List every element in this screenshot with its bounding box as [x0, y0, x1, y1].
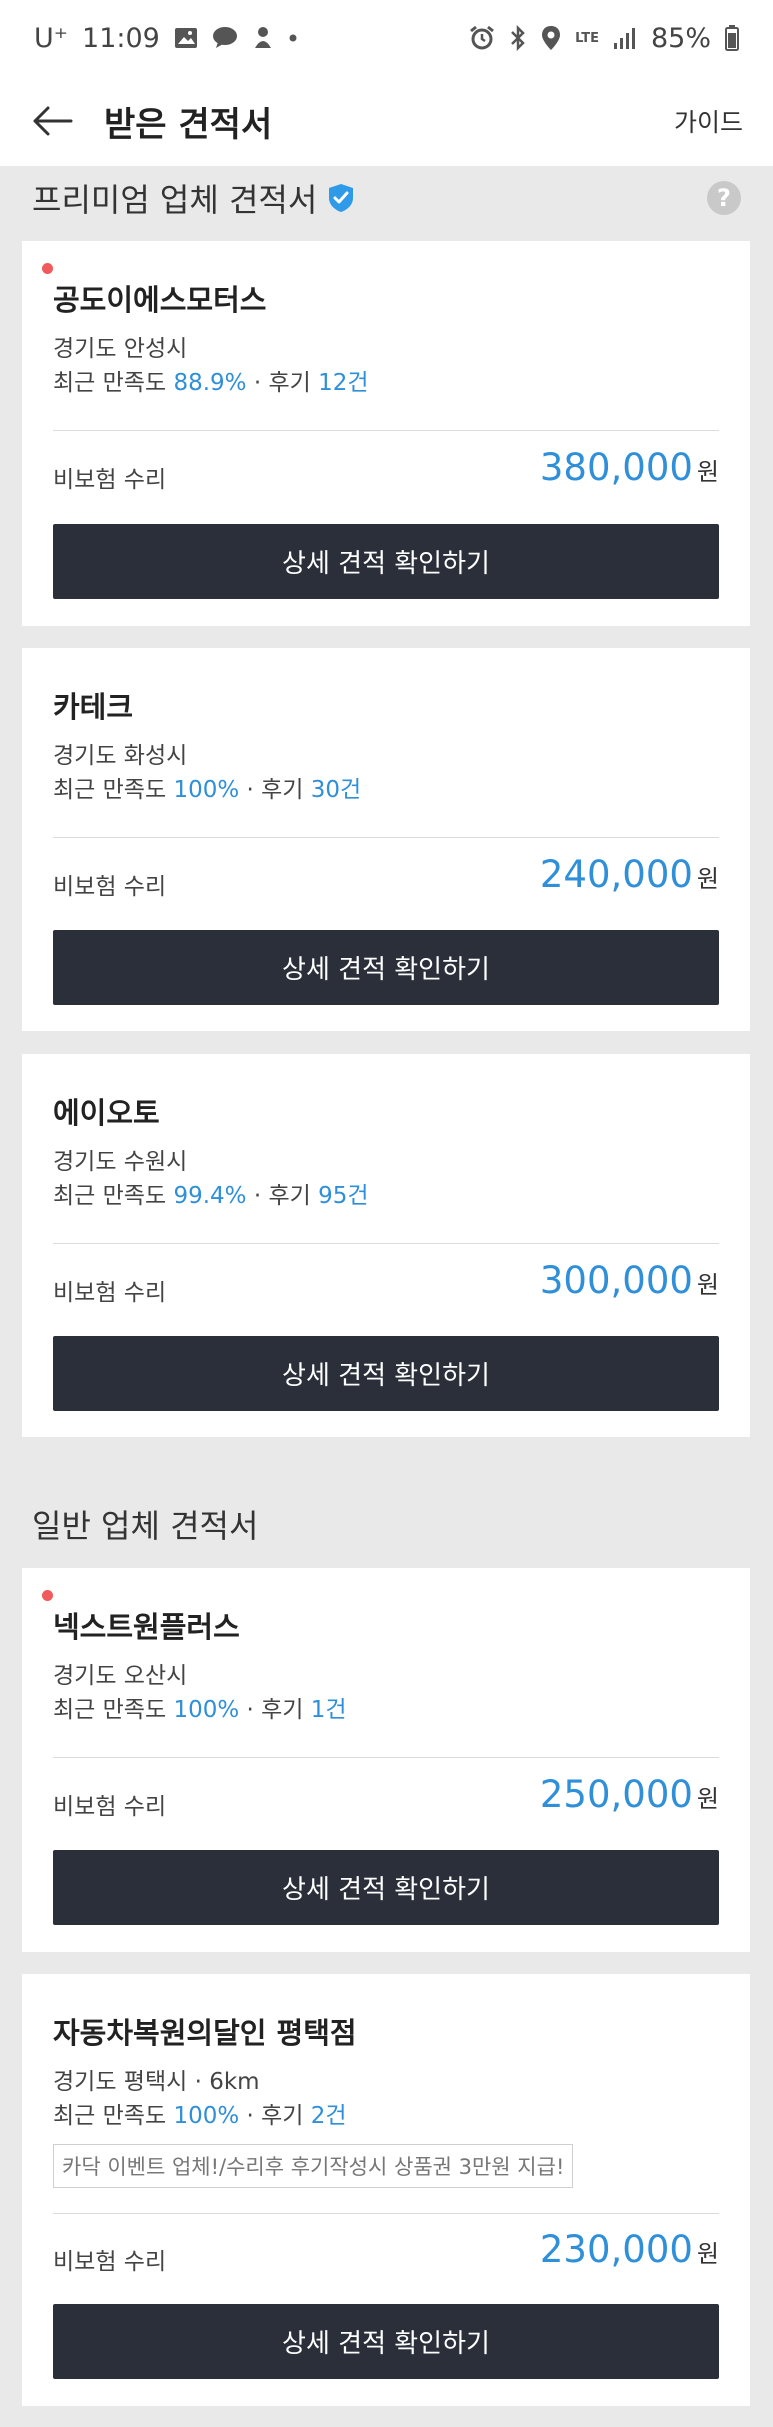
new-indicator	[42, 1590, 53, 1601]
satisfaction-value: 100%	[173, 777, 240, 803]
satisfaction-value: 88.9%	[173, 370, 247, 396]
location-icon	[541, 25, 561, 51]
vendor-stats: 최근 만족도 88.9% · 후기 12건	[53, 363, 369, 397]
repair-type: 비보험 수리	[53, 467, 167, 493]
guide-link[interactable]: 가이드	[674, 103, 743, 139]
review-label: · 후기	[246, 370, 319, 396]
price-amount: 380,000	[539, 446, 693, 489]
premium-section-header: 프리미엄 업체 견적서 ?	[0, 172, 773, 224]
divider	[53, 430, 719, 431]
vendor-stats: 최근 만족도 99.4% · 후기 95건	[53, 1176, 369, 1210]
divider	[53, 1757, 719, 1758]
quote-card: 카테크 경기도 화성시 최근 만족도 100% · 후기 30건 비보험 수리 …	[22, 648, 750, 1031]
general-section-header: 일반 업체 견적서	[0, 1498, 773, 1550]
price-unit: 원	[696, 2240, 719, 2268]
carrier-label: U⁺	[34, 22, 69, 54]
view-quote-button[interactable]: 상세 견적 확인하기	[53, 1850, 719, 1925]
vendor-name: 넥스트원플러스	[53, 1610, 240, 1644]
event-notice: 카닥 이벤트 업체!/수리후 후기작성시 상품권 3만원 지급!	[53, 2144, 574, 2188]
divider	[53, 1243, 719, 1244]
quote-card: 에이오토 경기도 수원시 최근 만족도 99.4% · 후기 95건 비보험 수…	[22, 1054, 750, 1437]
vendor-name: 카테크	[53, 690, 134, 724]
price-unit: 원	[696, 458, 719, 486]
lte-label: LTE	[575, 30, 599, 46]
repair-type: 비보험 수리	[53, 1794, 167, 1820]
review-label: · 후기	[246, 1183, 319, 1209]
satisfaction-value: 99.4%	[173, 1183, 247, 1209]
satisfaction-label: 최근 만족도	[53, 2103, 174, 2129]
verified-badge-icon	[329, 184, 354, 212]
bluetooth-icon	[509, 25, 527, 51]
satisfaction-value: 100%	[173, 2103, 240, 2129]
vendor-name: 에이오토	[53, 1096, 160, 1130]
price-amount: 230,000	[539, 2228, 693, 2271]
price-unit: 원	[696, 865, 719, 893]
price-unit: 원	[696, 1785, 719, 1813]
app-bar: 받은 견적서 가이드	[0, 76, 773, 166]
back-arrow-icon	[33, 106, 73, 136]
vendor-location: 경기도 화성시	[53, 743, 188, 769]
price: 380,000 원	[540, 446, 719, 489]
price-amount: 240,000	[539, 853, 693, 896]
vendor-name: 자동차복원의달인 평택점	[53, 2016, 357, 2050]
satisfaction-label: 최근 만족도	[53, 1183, 174, 1209]
back-button[interactable]	[30, 99, 74, 143]
vendor-location: 경기도 오산시	[53, 1663, 188, 1689]
signal-icon	[613, 26, 637, 50]
page-title: 받은 견적서	[104, 104, 273, 145]
dot-icon	[288, 33, 298, 43]
review-count: 30건	[310, 777, 362, 803]
price-unit: 원	[696, 1271, 719, 1299]
view-quote-button[interactable]: 상세 견적 확인하기	[53, 930, 719, 1005]
clock: 11:09	[82, 22, 160, 54]
view-quote-button[interactable]: 상세 견적 확인하기	[53, 524, 719, 599]
vendor-location: 경기도 평택시 · 6km	[53, 2069, 260, 2095]
quote-card: 자동차복원의달인 평택점 경기도 평택시 · 6km 최근 만족도 100% ·…	[22, 1974, 750, 2406]
vendor-stats: 최근 만족도 100% · 후기 2건	[53, 2096, 347, 2130]
help-icon[interactable]: ?	[707, 181, 741, 215]
satisfaction-label: 최근 만족도	[53, 370, 174, 396]
alarm-icon	[469, 25, 495, 51]
quote-card: 공도이에스모터스 경기도 안성시 최근 만족도 88.9% · 후기 12건 비…	[22, 241, 750, 626]
price-amount: 250,000	[539, 1773, 693, 1816]
price-amount: 300,000	[539, 1259, 693, 1302]
battery-percent: 85%	[650, 22, 711, 54]
vendor-name: 공도이에스모터스	[53, 283, 267, 317]
repair-type: 비보험 수리	[53, 1280, 167, 1306]
price: 250,000 원	[540, 1773, 719, 1816]
satisfaction-label: 최근 만족도	[53, 777, 174, 803]
quote-card: 넥스트원플러스 경기도 오산시 최근 만족도 100% · 후기 1건 비보험 …	[22, 1568, 750, 1952]
battery-icon	[725, 25, 739, 51]
review-label: · 후기	[239, 777, 311, 803]
figure-icon	[252, 26, 274, 50]
price: 240,000 원	[540, 853, 719, 896]
divider	[53, 837, 719, 838]
price: 300,000 원	[540, 1259, 719, 1302]
review-count: 2건	[310, 2103, 347, 2129]
satisfaction-label: 최근 만족도	[53, 1697, 174, 1723]
satisfaction-value: 100%	[173, 1697, 240, 1723]
repair-type: 비보험 수리	[53, 2249, 167, 2275]
vendor-stats: 최근 만족도 100% · 후기 30건	[53, 770, 361, 804]
talk-icon	[212, 26, 238, 50]
review-count: 95건	[318, 1183, 369, 1209]
vendor-stats: 최근 만족도 100% · 후기 1건	[53, 1690, 347, 1724]
vendor-location: 경기도 수원시	[53, 1149, 188, 1175]
gallery-icon	[174, 27, 198, 49]
review-label: · 후기	[239, 2103, 311, 2129]
repair-type: 비보험 수리	[53, 874, 167, 900]
review-label: · 후기	[239, 1697, 311, 1723]
new-indicator	[42, 263, 53, 274]
view-quote-button[interactable]: 상세 견적 확인하기	[53, 2304, 719, 2379]
review-count: 1건	[310, 1697, 347, 1723]
status-bar: U⁺ 11:09 LTE 85%	[0, 0, 773, 76]
review-count: 12건	[318, 370, 369, 396]
vendor-location: 경기도 안성시	[53, 336, 188, 362]
premium-section-title: 프리미엄 업체 견적서	[32, 181, 318, 219]
price: 230,000 원	[540, 2228, 719, 2271]
divider	[53, 2213, 719, 2214]
view-quote-button[interactable]: 상세 견적 확인하기	[53, 1336, 719, 1411]
general-section-title: 일반 업체 견적서	[32, 1507, 259, 1545]
